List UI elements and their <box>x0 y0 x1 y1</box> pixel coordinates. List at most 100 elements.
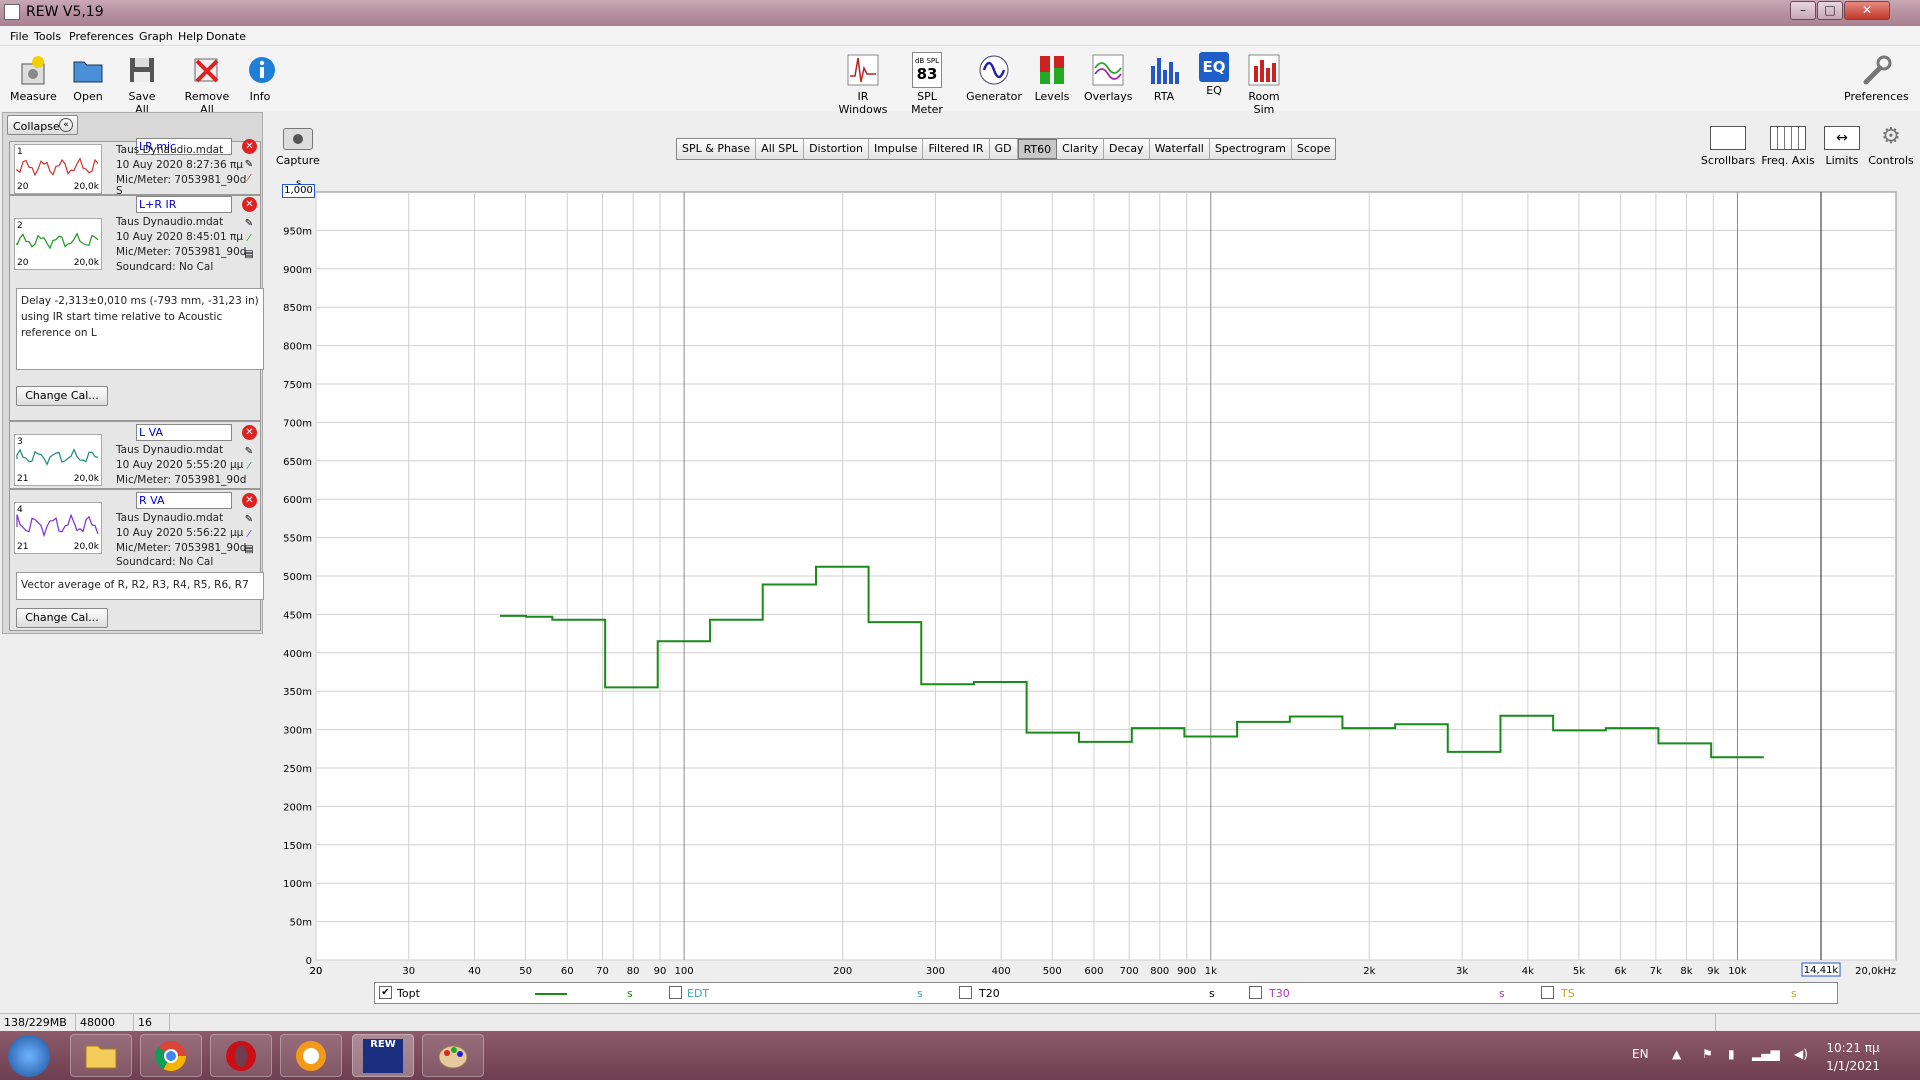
network-icon[interactable]: ▂▄▆ <box>1752 1047 1780 1061</box>
overlays-button[interactable]: Overlays <box>1084 52 1133 103</box>
eq-button[interactable]: EQ EQ <box>1198 52 1230 97</box>
y-max-input[interactable]: 1,000 <box>282 184 315 198</box>
spl-meter-button[interactable]: dB SPL 83 SPL Meter <box>900 52 954 116</box>
ir-windows-icon <box>847 52 879 88</box>
spl-meter-icon: dB SPL 83 <box>912 52 942 88</box>
tab-clarity[interactable]: Clarity <box>1057 139 1105 159</box>
cal-file-icon[interactable]: ▤ <box>242 249 256 261</box>
ts-checkbox[interactable] <box>1541 986 1554 999</box>
info-button[interactable]: Info <box>246 52 275 103</box>
tab-all-spl[interactable]: All SPL <box>756 139 805 159</box>
measurement-thumbnail-3[interactable]: 3 21 20,0k <box>14 434 102 486</box>
edit-notes-icon[interactable]: ✎ <box>242 159 256 171</box>
t20-checkbox[interactable] <box>959 986 972 999</box>
generator-button[interactable]: Generator <box>966 52 1022 103</box>
menu-graph[interactable]: Graph <box>139 30 173 43</box>
measurement-notes-2[interactable]: Delay -2,313±0,010 ms (-793 mm, -31,23 i… <box>16 288 264 370</box>
rt60-chart[interactable]: 050m100m150m200m250m300m350m400m450m500m… <box>270 180 1910 980</box>
tab-distortion[interactable]: Distortion <box>804 139 869 159</box>
tab-rt60[interactable]: RT60 <box>1017 139 1058 159</box>
x-tick-label: 9k <box>1707 966 1719 977</box>
measurement-entry-2[interactable]: 2 20 20,0k L+R IR ✕ Taus Dynaudio.mdat 1… <box>9 195 264 421</box>
measurement-thumbnail-2[interactable]: 2 20 20,0k <box>14 218 102 270</box>
action-center-icon[interactable]: ⚑ <box>1702 1047 1713 1061</box>
measurement-name-input-3[interactable]: L VA <box>136 424 232 441</box>
x-tick-label: 40 <box>468 966 481 977</box>
tab-decay[interactable]: Decay <box>1104 139 1150 159</box>
menu-preferences[interactable]: Preferences <box>69 30 134 43</box>
scrollbars-button[interactable]: Scrollbars <box>1700 126 1756 167</box>
window-title: REW V5,19 <box>26 4 104 20</box>
trace-color-icon[interactable]: ⁄ <box>242 173 256 185</box>
measurement-entry-1[interactable]: 1 20 20,0k LR mic ✕ Taus Dynaudio.mdat 1… <box>9 138 261 197</box>
freq-axis-button[interactable]: Freq. Axis <box>1760 126 1816 167</box>
controls-button[interactable]: ⚙ Controls <box>1866 126 1916 168</box>
remove-measurement-4-icon[interactable]: ✕ <box>242 493 257 508</box>
measurement-name-input-2[interactable]: L+R IR <box>136 196 232 213</box>
measurement-notes-4[interactable]: Vector average of R, R2, R3, R4, R5, R6,… <box>16 572 264 600</box>
remove-all-button[interactable]: Remove All <box>178 52 236 116</box>
room-sim-button[interactable]: Room Sim <box>1238 52 1290 116</box>
measurement-entry-4[interactable]: 4 21 20,0k R VA ✕ Taus Dynaudio.mdat 10 … <box>9 489 264 631</box>
close-button[interactable]: ✕ <box>1844 1 1890 20</box>
measurement-thumbnail-1[interactable]: 1 20 20,0k <box>14 144 102 194</box>
edit-notes-icon[interactable]: ✎ <box>242 514 256 526</box>
trace-color-icon[interactable]: ⁄ <box>242 461 256 473</box>
paint-taskbar-icon[interactable] <box>422 1034 484 1077</box>
menu-help[interactable]: Help <box>178 30 203 43</box>
tab-scope[interactable]: Scope <box>1291 139 1336 159</box>
trace-color-icon[interactable]: ⁄ <box>242 233 256 245</box>
save-all-button[interactable]: Save All <box>120 52 164 116</box>
open-button[interactable]: Open <box>70 52 106 103</box>
edit-notes-icon[interactable]: ✎ <box>242 218 256 230</box>
remove-measurement-3-icon[interactable]: ✕ <box>242 425 257 440</box>
change-cal-button-2[interactable]: Change Cal... <box>16 386 108 406</box>
remove-measurement-2-icon[interactable]: ✕ <box>242 197 257 212</box>
tab-waterfall[interactable]: Waterfall <box>1149 139 1210 159</box>
menu-donate[interactable]: Donate <box>206 30 246 43</box>
tab-spectrogram[interactable]: Spectrogram <box>1209 139 1292 159</box>
measurement-entry-3[interactable]: 3 21 20,0k L VA ✕ Taus Dynaudio.mdat 10 … <box>9 421 261 489</box>
menu-tools[interactable]: Tools <box>34 30 61 43</box>
cal-file-icon[interactable]: ▤ <box>242 544 256 556</box>
edt-checkbox[interactable] <box>669 986 682 999</box>
edit-notes-icon[interactable]: ✎ <box>242 446 256 458</box>
collapse-button[interactable]: Collapse « <box>7 115 78 135</box>
clock[interactable]: 10:21 πμ 1/1/2021 <box>1826 1039 1880 1075</box>
battery-icon[interactable]: ▮ <box>1728 1047 1735 1061</box>
browser-taskbar-icon[interactable] <box>280 1034 342 1077</box>
language-indicator[interactable]: EN <box>1632 1047 1649 1061</box>
opera-taskbar-icon[interactable] <box>210 1034 272 1077</box>
change-cal-button-4[interactable]: Change Cal... <box>16 608 108 628</box>
menu-file[interactable]: File <box>10 30 28 43</box>
tab-spl-phase[interactable]: SPL & Phase <box>677 139 757 159</box>
rew-taskbar-icon[interactable]: REW <box>352 1034 414 1077</box>
maximize-button[interactable]: □ <box>1817 1 1843 20</box>
tab-filtered-ir[interactable]: Filtered IR <box>923 139 990 159</box>
topt-checkbox[interactable]: ✔ <box>379 986 392 999</box>
capture-button[interactable]: Capture <box>276 128 320 167</box>
remove-measurement-1-icon[interactable]: ✕ <box>242 139 257 154</box>
y-tick-label: 350m <box>283 687 312 698</box>
t30-checkbox[interactable] <box>1249 986 1262 999</box>
minimize-button[interactable]: – <box>1790 1 1816 20</box>
ir-windows-button[interactable]: IR Windows <box>832 52 894 116</box>
measurement-thumbnail-4[interactable]: 4 21 20,0k <box>14 502 102 554</box>
memory-usage[interactable]: 138/229MB <box>0 1014 76 1031</box>
limits-button[interactable]: ↔ Limits <box>1822 126 1862 167</box>
x-tick-label: 1k <box>1205 966 1217 977</box>
measurement-name-input-4[interactable]: R VA <box>136 492 232 509</box>
explorer-taskbar-icon[interactable] <box>70 1034 132 1077</box>
rta-button[interactable]: RTA <box>1148 52 1180 103</box>
preferences-button[interactable]: Preferences <box>1844 52 1909 103</box>
tab-impulse[interactable]: Impulse <box>868 139 924 159</box>
levels-button[interactable]: Levels <box>1034 52 1070 103</box>
tray-arrow-icon[interactable]: ▲ <box>1672 1047 1681 1061</box>
chrome-taskbar-icon[interactable] <box>140 1034 202 1077</box>
measure-button[interactable]: Measure <box>10 52 57 103</box>
start-button[interactable] <box>8 1035 50 1077</box>
volume-icon[interactable]: ◀) <box>1794 1047 1808 1061</box>
trace-color-icon[interactable]: ⁄ <box>242 529 256 541</box>
title-bar: REW V5,19 – □ ✕ <box>0 0 1920 26</box>
tab-gd[interactable]: GD <box>989 139 1018 159</box>
